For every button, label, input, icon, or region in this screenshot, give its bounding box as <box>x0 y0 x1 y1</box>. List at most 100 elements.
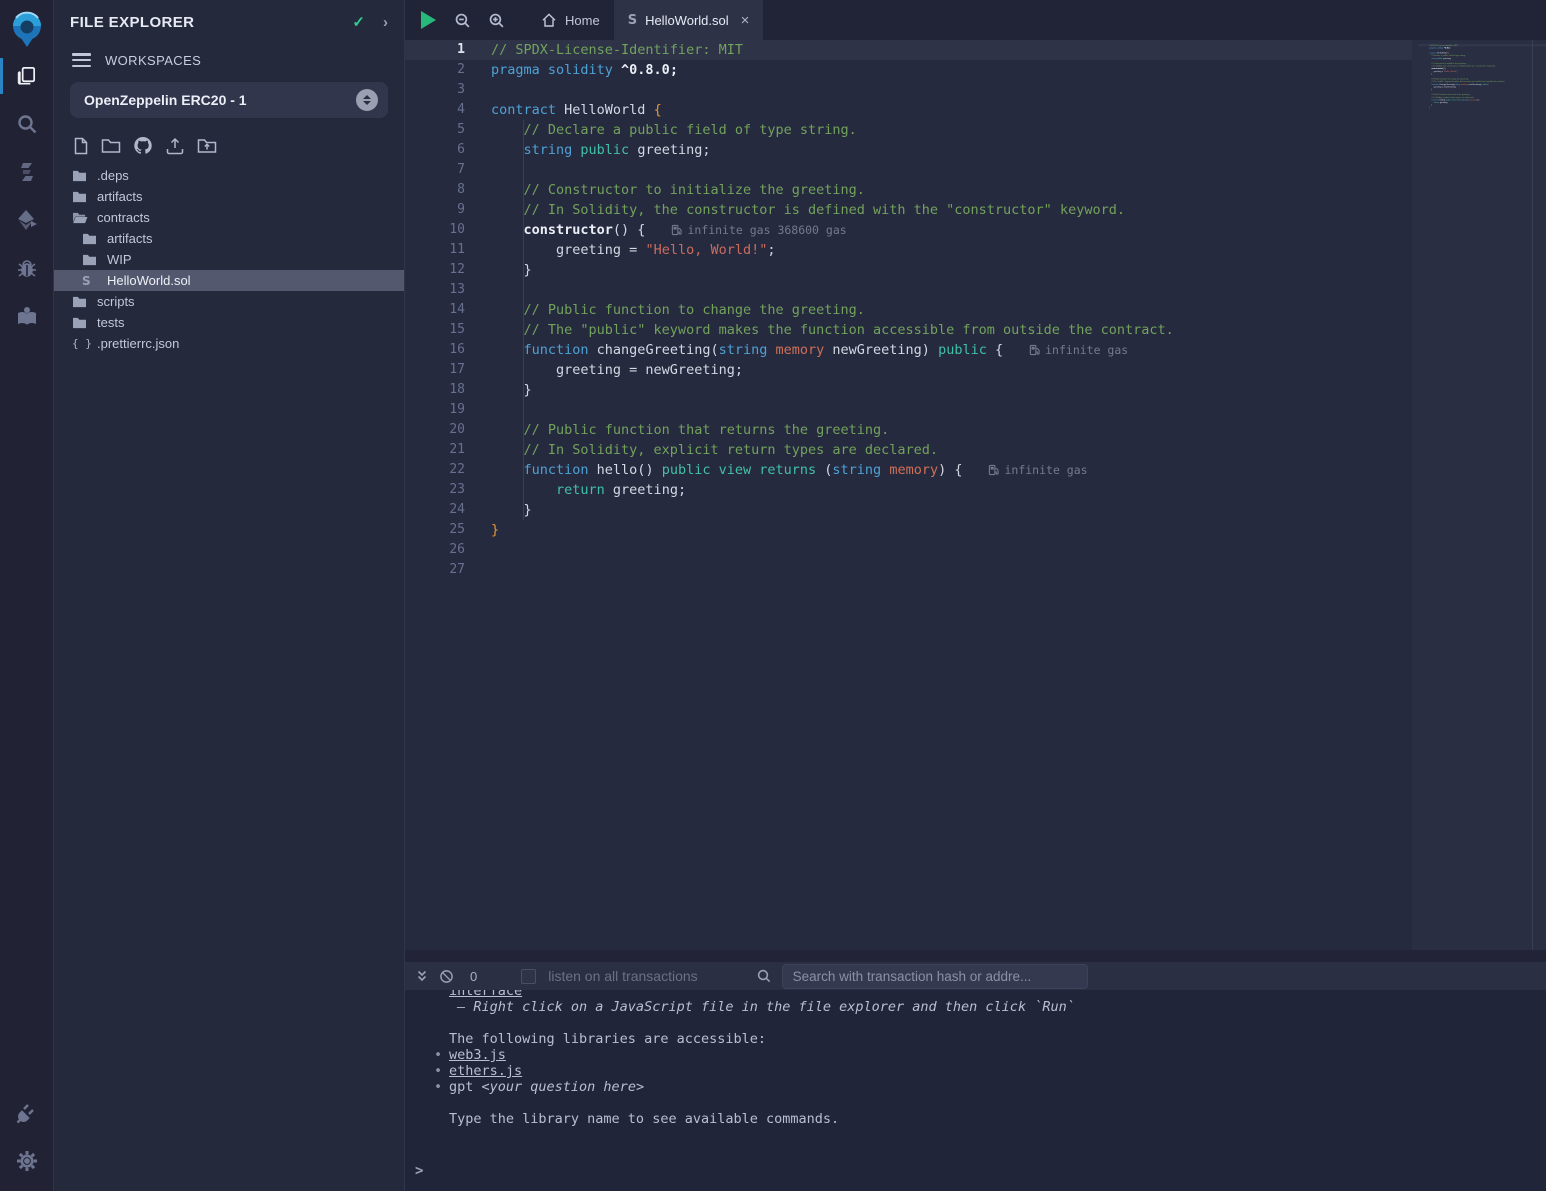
code-line-4[interactable]: 4contract HelloWorld { <box>405 100 1412 120</box>
tab-helloworld-sol[interactable]: S HelloWorld.sol × <box>614 0 764 40</box>
clear-console-button[interactable] <box>439 969 454 984</box>
code-line-27[interactable] <box>1418 112 1546 115</box>
code-line-11[interactable]: 11 greeting = "Hello, World!"; <box>405 240 1412 260</box>
tree-item-helloworld-sol[interactable]: SHelloWorld.sol <box>54 270 404 291</box>
line-number: 9 <box>405 200 465 220</box>
line-number: 7 <box>405 160 465 180</box>
code-line-8[interactable]: 8 // Constructor to initialize the greet… <box>405 180 1412 200</box>
code-line-10[interactable]: 10 constructor() {infinite gas 368600 ga… <box>405 220 1412 240</box>
code-line-18[interactable]: 18 } <box>405 380 1412 400</box>
code-line-22[interactable]: 22 function hello() public view returns … <box>405 460 1412 480</box>
code-line-13[interactable]: 13 <box>405 280 1412 300</box>
tab-home[interactable]: Home <box>527 0 614 40</box>
gas-estimate: infinite gas 368600 gas <box>671 223 846 237</box>
search-icon <box>15 112 39 136</box>
code-line-20[interactable]: 20 // Public function that returns the g… <box>405 420 1412 440</box>
close-tab-icon[interactable]: × <box>741 12 750 29</box>
zoom-in-button[interactable] <box>479 0 513 40</box>
deploy-run-icon <box>15 208 39 232</box>
create-new-file-button[interactable] <box>72 137 89 155</box>
tree-item-deps[interactable]: .deps <box>54 165 404 186</box>
terminal-line: •web3.js <box>449 1047 1546 1063</box>
activity-item-search[interactable] <box>0 100 54 148</box>
home-icon <box>541 12 557 28</box>
folder-icon <box>72 169 88 182</box>
activity-item-learneth[interactable] <box>0 292 54 340</box>
terminal-link[interactable]: ethers.js <box>449 1063 522 1079</box>
terminal-line: interface <box>449 990 1546 999</box>
upload-files-button[interactable] <box>165 137 185 155</box>
activity-item-file-explorer[interactable] <box>0 52 54 100</box>
tree-item-prettierrc-json[interactable]: { }.prettierrc.json <box>54 333 404 354</box>
code-line-25[interactable]: 25} <box>405 520 1412 540</box>
activity-item-solidity-compiler[interactable] <box>0 148 54 196</box>
terminal-resize-handle[interactable] <box>405 950 1546 962</box>
expand-terminal-button[interactable] <box>415 969 429 983</box>
clone-git-repository-button[interactable] <box>133 136 153 155</box>
listen-transactions-checkbox[interactable] <box>521 969 536 984</box>
code-line-1[interactable]: 1// SPDX-License-Identifier: MIT <box>405 40 1412 60</box>
code-area[interactable]: 1// SPDX-License-Identifier: MIT2pragma … <box>405 40 1412 950</box>
line-number: 10 <box>405 220 465 240</box>
tree-item-contracts[interactable]: contracts <box>54 207 404 228</box>
code-line-3[interactable]: 3 <box>405 80 1412 100</box>
tree-item-artifacts[interactable]: artifacts <box>54 228 404 249</box>
code-area[interactable]: // SPDX-License-Identifier: MITpragma so… <box>1418 44 1546 114</box>
terminal-link[interactable]: web3.js <box>449 1047 506 1063</box>
code-line-19[interactable]: 19 <box>405 400 1412 420</box>
tree-item-label: artifacts <box>97 189 143 204</box>
new-folder-icon <box>101 137 121 154</box>
code-line-21[interactable]: 21 // In Solidity, explicit return types… <box>405 440 1412 460</box>
upload-file-icon <box>165 137 185 155</box>
line-number: 24 <box>405 500 465 520</box>
remix-logo-icon[interactable] <box>7 8 47 52</box>
line-number: 19 <box>405 400 465 420</box>
line-number: 20 <box>405 420 465 440</box>
code-line-17[interactable]: 17 greeting = newGreeting; <box>405 360 1412 380</box>
double-chevron-down-icon <box>415 969 429 983</box>
tree-item-artifacts[interactable]: artifacts <box>54 186 404 207</box>
terminal-prompt[interactable]: > <box>415 1163 423 1179</box>
terminal-output[interactable]: interface – Right click on a JavaScript … <box>405 990 1546 1191</box>
tree-item-wip[interactable]: WIP <box>54 249 404 270</box>
tree-item-scripts[interactable]: scripts <box>54 291 404 312</box>
tab-active-label: HelloWorld.sol <box>645 13 729 28</box>
editor-tab-bar: Home S HelloWorld.sol × <box>405 0 1546 40</box>
workspace-select-toggle-icon[interactable] <box>356 89 378 111</box>
code-line-9[interactable]: 9 // In Solidity, the constructor is def… <box>405 200 1412 220</box>
zoom-out-button[interactable] <box>445 0 479 40</box>
activity-item-settings[interactable] <box>0 1137 54 1185</box>
code-editor[interactable]: 1// SPDX-License-Identifier: MIT2pragma … <box>405 40 1546 950</box>
code-line-5[interactable]: 5 // Declare a public field of type stri… <box>405 120 1412 140</box>
code-line-23[interactable]: 23 return greeting; <box>405 480 1412 500</box>
code-line-24[interactable]: 24 } <box>405 500 1412 520</box>
code-line-16[interactable]: 16 function changeGreeting(string memory… <box>405 340 1412 360</box>
bullet: • <box>434 1047 442 1063</box>
braces-icon: { } <box>72 337 88 350</box>
line-number: 22 <box>405 460 465 480</box>
create-new-folder-button[interactable] <box>101 137 121 154</box>
code-line-14[interactable]: 14 // Public function to change the gree… <box>405 300 1412 320</box>
chevron-right-icon[interactable]: › <box>383 14 388 31</box>
run-script-button[interactable] <box>411 0 445 40</box>
minimap[interactable]: // SPDX-License-Identifier: MITpragma so… <box>1412 40 1546 950</box>
code-line-6[interactable]: 6 string public greeting; <box>405 140 1412 160</box>
upload-folder-button[interactable] <box>197 137 217 154</box>
code-line-2[interactable]: 2pragma solidity ^0.8.0; <box>405 60 1412 80</box>
workspace-select[interactable]: OpenZeppelin ERC20 - 1 <box>70 82 388 118</box>
terminal-panel: 0 listen on all transactions interface –… <box>405 962 1546 1191</box>
code-line-7[interactable]: 7 <box>405 160 1412 180</box>
workspaces-menu-icon[interactable] <box>72 50 91 70</box>
terminal-search-input[interactable] <box>782 964 1088 989</box>
code-line-27[interactable]: 27 <box>405 560 1412 580</box>
folder-icon <box>72 190 88 203</box>
saved-check-icon: ✓ <box>352 13 365 31</box>
code-line-15[interactable]: 15 // The "public" keyword makes the fun… <box>405 320 1412 340</box>
code-line-26[interactable]: 26 <box>405 540 1412 560</box>
activity-item-plugin-manager[interactable] <box>0 1089 54 1137</box>
code-line-12[interactable]: 12 } <box>405 260 1412 280</box>
activity-item-deploy-run[interactable] <box>0 196 54 244</box>
terminal-line: The following libraries are accessible: <box>449 1031 1546 1047</box>
activity-item-debugger[interactable] <box>0 244 54 292</box>
tree-item-tests[interactable]: tests <box>54 312 404 333</box>
